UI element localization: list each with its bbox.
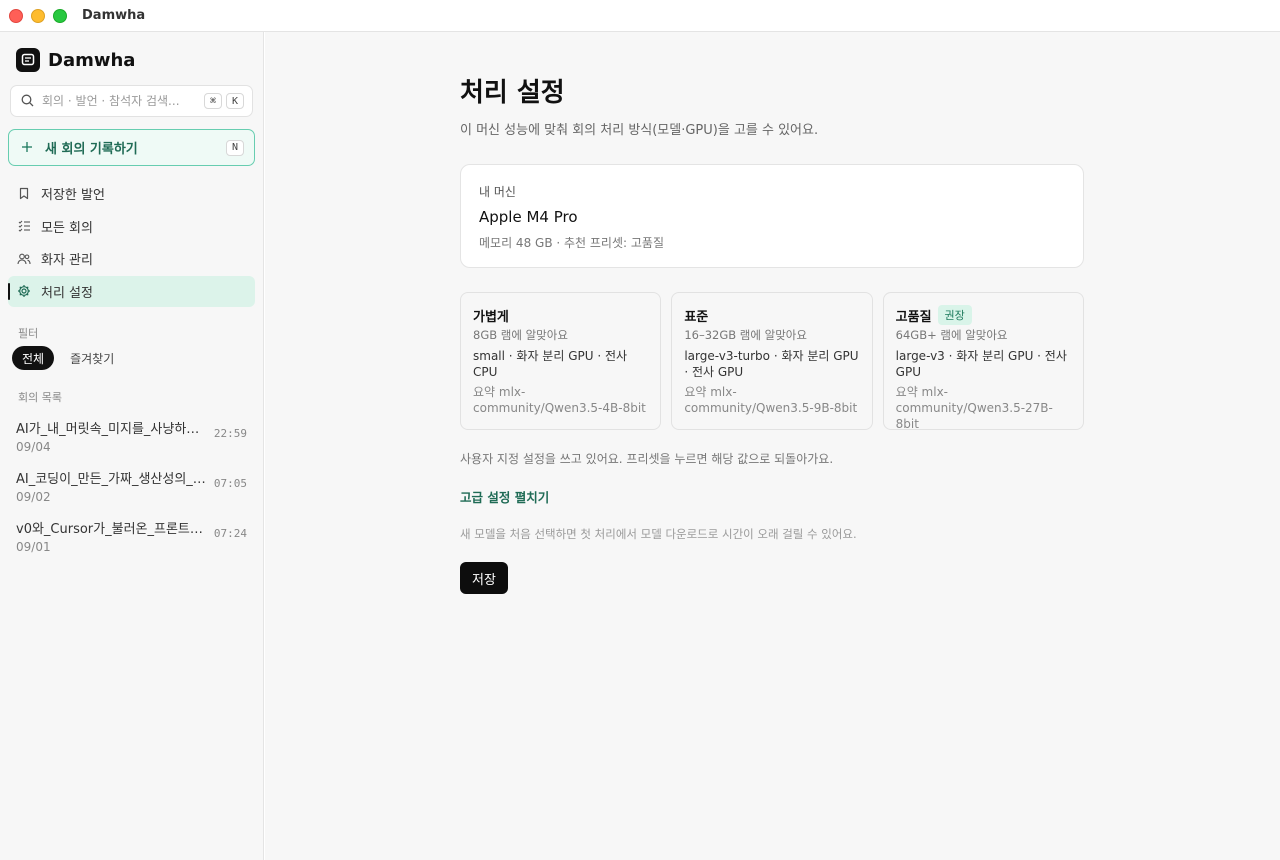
preset-card-high-quality[interactable]: 고품질 권장 64GB+ 램에 알맞아요 large-v3 · 화자 분리 GP…: [882, 292, 1084, 431]
preset-spec: large-v3-turbo · 화자 분리 GPU · 전사 GPU: [684, 349, 859, 379]
preset-name: 표준: [684, 309, 709, 325]
gear-icon: [17, 284, 31, 298]
meeting-title: v0와_Cursor가_불러온_프론트엔드의_변화: [16, 522, 206, 537]
sidebar-item-speakers[interactable]: 화자 관리: [8, 243, 255, 274]
preset-requirement: 16–32GB 램에 알맞아요: [684, 328, 807, 342]
app-logo-icon: [16, 48, 40, 72]
meeting-date: 09/01: [16, 540, 51, 554]
sidebar: Damwha ⌘ K 새 회의 기록하기 N 저장한 발언 모든 회의: [0, 32, 264, 860]
preset-name: 고품질: [895, 309, 932, 325]
custom-settings-note: 사용자 지정 설정을 쓰고 있어요. 프리셋을 누르면 해당 값으로 되돌아가요…: [460, 452, 834, 466]
meeting-title: AI가_내_머릿속_미지를_사냥하게_하라: [16, 422, 206, 437]
preset-name: 가볍게: [473, 309, 509, 325]
page-subtitle: 이 머신 성능에 맞춰 회의 처리 방식(모델·GPU)을 고를 수 있어요.: [460, 123, 819, 138]
machine-card: 내 머신 Apple M4 Pro 메모리 48 GB · 추천 프리셋: 고품…: [460, 164, 1084, 268]
filter-chip-all[interactable]: 전체: [12, 346, 55, 370]
machine-label: 내 머신: [479, 185, 516, 199]
preset-options: 가볍게 8GB 램에 알맞아요 small · 화자 분리 GPU · 전사 C…: [460, 292, 1084, 431]
sidebar-item-label: 화자 관리: [41, 253, 93, 268]
meeting-time: 07:05: [213, 477, 247, 490]
filter-section-label: 필터: [18, 327, 39, 340]
meeting-time: 07:24: [213, 527, 247, 540]
preset-card-light[interactable]: 가볍게 8GB 램에 알맞아요 small · 화자 분리 GPU · 전사 C…: [460, 292, 662, 430]
title-bar: Damwha: [0, 0, 1280, 32]
meeting-list: AI가_내_머릿속_미지를_사냥하게_하라 09/04 22:59 AI_코딩이…: [8, 410, 255, 560]
preset-card-standard[interactable]: 표준 16–32GB 램에 알맞아요 large-v3-turbo · 화자 분…: [671, 292, 873, 430]
preset-spec: large-v3 · 화자 분리 GPU · 전사 GPU: [895, 349, 1067, 379]
sidebar-item-all-meetings[interactable]: 모든 회의: [8, 211, 255, 242]
meeting-time: 22:59: [213, 427, 247, 440]
people-icon: [17, 252, 31, 266]
list-item[interactable]: AI_코딩이_만든_가짜_생산성의_함정 09/02 07:05: [8, 460, 255, 510]
bookmark-icon: [17, 187, 31, 201]
brand-name: Damwha: [48, 49, 136, 71]
preset-spec: small · 화자 분리 GPU · 전사 CPU: [473, 349, 628, 379]
search-input[interactable]: [42, 94, 192, 108]
download-hint: 새 모델을 처음 선택하면 첫 처리에서 모델 다운로드로 시간이 오래 걸릴 …: [460, 527, 857, 541]
recommended-badge: 권장: [937, 305, 972, 325]
settings-content: 처리 설정 이 머신 성능에 맞춰 회의 처리 방식(모델·GPU)을 고를 수…: [460, 72, 1084, 594]
checklist-icon: [17, 219, 31, 233]
shortcut-key: K: [226, 93, 244, 109]
search-icon: [21, 92, 34, 111]
filter-chip-favorites[interactable]: 즐겨찾기: [60, 346, 124, 370]
machine-name: Apple M4 Pro: [479, 208, 578, 226]
meeting-date: 09/04: [16, 440, 51, 454]
main-panel: 처리 설정 이 머신 성능에 맞춰 회의 처리 방식(모델·GPU)을 고를 수…: [265, 32, 1280, 860]
filter-chips: 전체 즐겨찾기: [12, 346, 124, 370]
list-item[interactable]: AI가_내_머릿속_미지를_사냥하게_하라 09/04 22:59: [8, 410, 255, 460]
sidebar-nav: 저장한 발언 모든 회의 화자 관리 처리 설정: [8, 178, 255, 308]
window-title: Damwha: [82, 8, 146, 23]
minimize-window-button[interactable]: [31, 8, 45, 23]
sidebar-item-saved-remarks[interactable]: 저장한 발언: [8, 178, 255, 209]
new-meeting-label: 새 회의 기록하기: [45, 142, 138, 157]
window-controls: [9, 8, 67, 23]
sidebar-item-label: 처리 설정: [41, 285, 93, 301]
meeting-date: 09/02: [16, 490, 51, 504]
shortcut-key: ⌘: [204, 93, 222, 109]
preset-summary-model: 요약 mlx-community/Qwen3.5-4B-8bit: [473, 385, 646, 415]
save-button[interactable]: 저장: [460, 562, 508, 594]
sidebar-item-processing-settings[interactable]: 처리 설정: [8, 275, 255, 307]
page-title: 처리 설정: [460, 78, 565, 108]
brand: Damwha: [16, 48, 135, 72]
search-box[interactable]: ⌘ K: [10, 85, 253, 117]
meetings-section-label: 회의 목록: [18, 391, 62, 404]
search-shortcut: ⌘ K: [204, 93, 244, 109]
preset-requirement: 64GB+ 램에 알맞아요: [895, 328, 1008, 342]
list-item[interactable]: v0와_Cursor가_불러온_프론트엔드의_변화 09/01 07:24: [8, 510, 255, 560]
shortcut-key: N: [226, 139, 244, 156]
zoom-window-button[interactable]: [53, 8, 67, 23]
plus-icon: [21, 139, 35, 157]
sidebar-item-label: 저장한 발언: [41, 188, 105, 203]
preset-summary-model: 요약 mlx-community/Qwen3.5-9B-8bit: [684, 385, 858, 415]
sidebar-item-label: 모든 회의: [41, 220, 93, 236]
meeting-title: AI_코딩이_만든_가짜_생산성의_함정: [16, 472, 206, 487]
close-window-button[interactable]: [9, 8, 23, 23]
preset-summary-model: 요약 mlx-community/Qwen3.5-27B-8bit: [895, 385, 1053, 431]
new-meeting-button[interactable]: 새 회의 기록하기 N: [8, 129, 255, 166]
advanced-settings-link[interactable]: 고급 설정 펼치기: [460, 487, 549, 506]
preset-requirement: 8GB 램에 알맞아요: [473, 328, 568, 342]
machine-meta: 메모리 48 GB · 추천 프리셋: 고품질: [479, 236, 664, 250]
